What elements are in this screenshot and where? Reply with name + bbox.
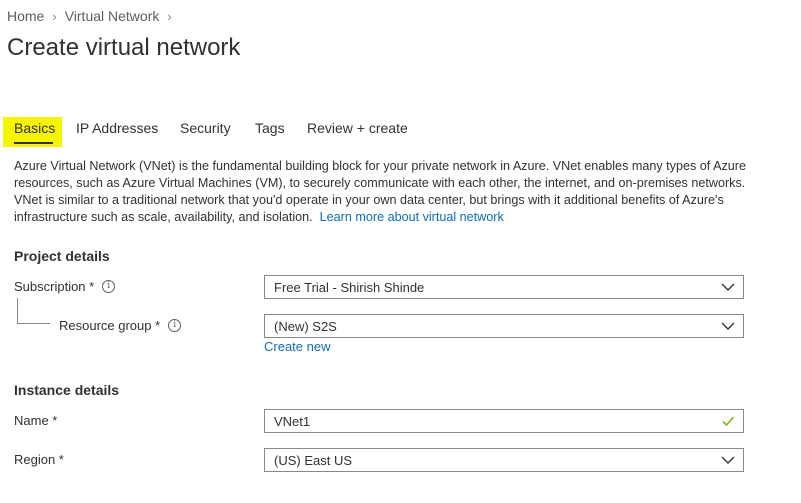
tab-basics[interactable]: Basics: [14, 120, 55, 136]
chevron-down-icon: [721, 456, 735, 464]
subscription-value: Free Trial - Shirish Shinde: [274, 280, 425, 295]
tab-review-create[interactable]: Review + create: [307, 120, 408, 136]
chevron-right-icon: ›: [167, 8, 172, 24]
description: Azure Virtual Network (VNet) is the fund…: [14, 158, 764, 226]
info-icon[interactable]: i: [168, 319, 182, 332]
name-label-text: Name *: [14, 413, 58, 428]
chevron-down-icon: [721, 322, 735, 330]
breadcrumb-virtual-network-link[interactable]: Virtual Network: [65, 8, 160, 24]
region-select[interactable]: (US) East US: [264, 448, 744, 472]
resource-group-label-text: Resource group *: [59, 318, 161, 333]
project-details-heading: Project details: [14, 248, 110, 264]
name-input[interactable]: VNet1: [264, 409, 744, 433]
page-title: Create virtual network: [7, 34, 241, 61]
learn-more-link[interactable]: Learn more about virtual network: [320, 210, 504, 224]
breadcrumb-home-link[interactable]: Home: [7, 8, 44, 24]
tab-tags[interactable]: Tags: [255, 120, 285, 136]
tree-connector-vertical: [17, 298, 18, 323]
breadcrumb: Home › Virtual Network ›: [7, 8, 180, 24]
tree-connector-horizontal: [17, 323, 50, 324]
instance-details-heading: Instance details: [14, 382, 120, 398]
active-tab-indicator: [14, 142, 53, 144]
resource-group-select[interactable]: (New) S2S: [264, 314, 744, 338]
create-new-link[interactable]: Create new: [264, 339, 330, 354]
region-label-text: Region *: [14, 452, 64, 467]
resource-group-value: (New) S2S: [274, 319, 337, 334]
name-label: Name *: [14, 413, 57, 428]
resource-group-label: Resource group * i: [59, 318, 182, 333]
checkmark-icon: [722, 416, 735, 427]
tab-bar: Basics IP Addresses Security Tags Review…: [0, 116, 801, 146]
tab-security[interactable]: Security: [180, 120, 231, 136]
tab-ip-addresses[interactable]: IP Addresses: [76, 120, 158, 136]
subscription-select[interactable]: Free Trial - Shirish Shinde: [264, 275, 744, 299]
region-label: Region *: [14, 452, 64, 467]
subscription-label: Subscription * i: [14, 279, 116, 294]
region-value: (US) East US: [274, 453, 353, 468]
chevron-down-icon: [721, 283, 735, 291]
info-icon[interactable]: i: [102, 280, 116, 293]
subscription-label-text: Subscription *: [14, 279, 95, 294]
name-value: VNet1: [274, 414, 311, 429]
chevron-right-icon: ›: [52, 8, 57, 24]
